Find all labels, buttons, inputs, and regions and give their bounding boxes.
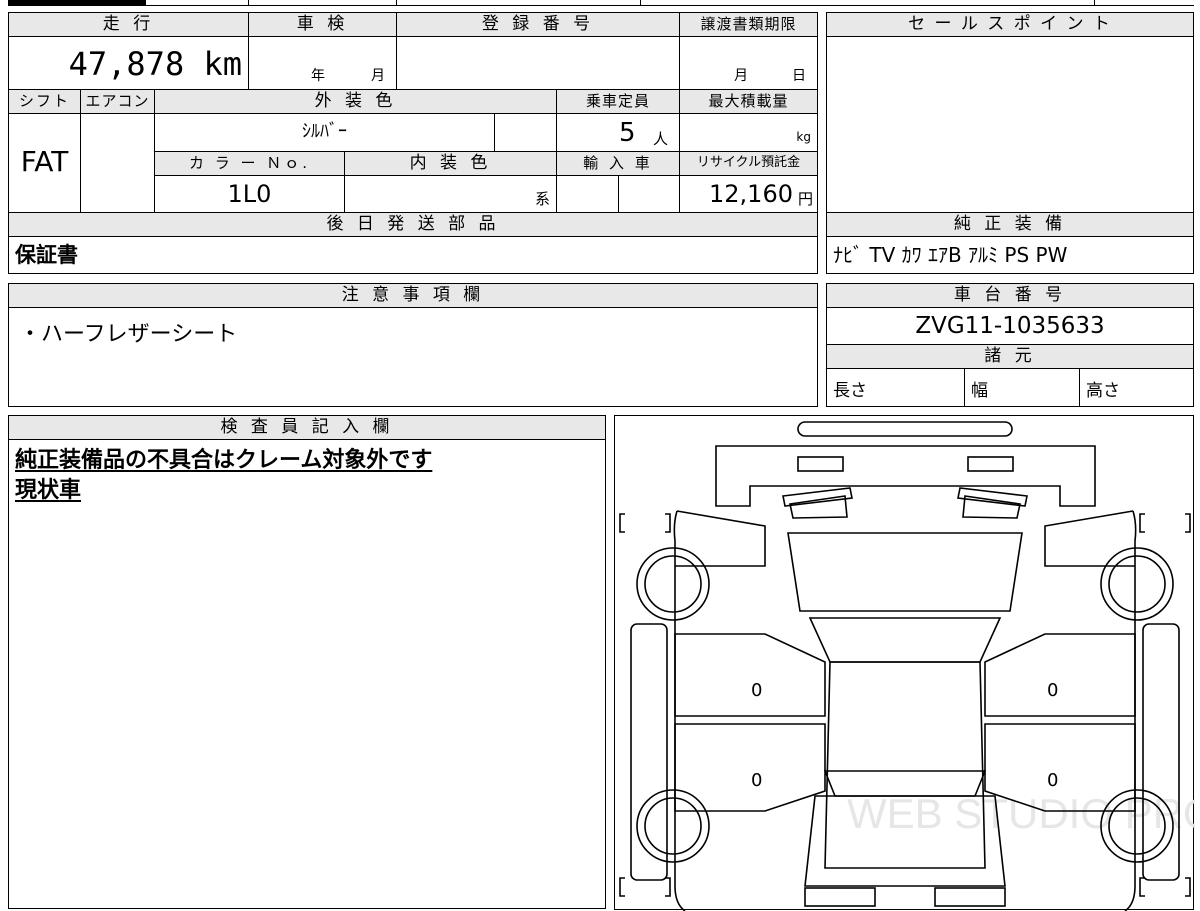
windshield <box>787 532 1023 612</box>
sales-point-header: セ ー ル ス ポ イ ン ト <box>826 12 1194 37</box>
max-load-header: 最大積載量 <box>679 89 818 114</box>
genuine-equipment-header: 純 正 装 備 <box>826 212 1194 237</box>
body-outline <box>673 510 1137 911</box>
fender-right <box>1044 510 1135 567</box>
wheel-front-right <box>1100 547 1174 621</box>
notes-value: ・ハーフレザーシート <box>8 307 818 407</box>
inspector-line-2: 現状車 <box>15 478 82 503</box>
chassis-number: ZVG11-1035633 <box>826 307 1194 345</box>
recycle-fee-value: 12,160 円 <box>679 175 818 213</box>
top-black-tab <box>8 0 146 6</box>
interior-color-header: 内 装 色 <box>344 151 557 176</box>
front-bumper-top <box>797 421 1013 437</box>
aircon-header: エアコン <box>80 89 155 114</box>
interior-suffix: 系 <box>534 190 550 208</box>
recycle-fee-number: 12,160 <box>709 180 793 208</box>
bracket-mark <box>1139 513 1191 533</box>
chassis-header: 車 台 番 号 <box>826 283 1194 308</box>
registration-value <box>396 36 680 90</box>
inspector-notes: 純正装備品の不具合はクレーム対象外です 現状車 <box>8 439 606 909</box>
color-no-value: 1L0 <box>154 175 345 213</box>
notes-text: ・ハーフレザーシート <box>19 322 238 347</box>
recycle-fee-unit: 円 <box>797 190 813 208</box>
capacity-number: 5 <box>619 118 636 148</box>
diagram-mark: 0 <box>751 680 762 701</box>
car-diagram-panel: WEB STUDIO PRO 0 0 0 0 <box>614 415 1195 911</box>
roof-front <box>808 617 1002 663</box>
spec-width: 幅 <box>964 368 1080 407</box>
specs-header: 諸 元 <box>826 344 1194 369</box>
capacity-unit: 人 <box>653 130 669 148</box>
diagram-mark: 0 <box>1047 770 1058 791</box>
spec-length: 長さ <box>826 368 965 407</box>
car-damage-diagram: WEB STUDIO PRO 0 0 0 0 <box>619 421 1195 911</box>
wheel-front-right-inner <box>1108 555 1166 613</box>
max-load-unit: kg <box>796 130 811 144</box>
exterior-color-header: 外 装 色 <box>154 89 557 114</box>
recycle-fee-header: リサイクル預託金 <box>679 151 818 176</box>
capacity-header: 乗車定員 <box>556 89 680 114</box>
transfer-day-label: 日 <box>792 68 806 84</box>
aircon-value <box>80 113 155 213</box>
sales-point-value <box>826 36 1194 213</box>
registration-header: 登 録 番 号 <box>396 12 680 37</box>
wheel-rear-left-inner <box>644 797 702 855</box>
shift-header: シフト <box>8 89 81 114</box>
notes-header: 注 意 事 項 欄 <box>8 283 818 308</box>
import-header: 輸 入 車 <box>556 151 680 176</box>
door-front-left <box>674 633 826 717</box>
inspection-year-label: 年 <box>311 68 325 84</box>
hood-outline <box>715 445 1096 507</box>
spec-height: 高さ <box>1079 368 1194 407</box>
mileage-value: 47,878 km <box>8 36 249 90</box>
headlight-right <box>967 456 1014 472</box>
shift-value: FAT <box>8 113 81 213</box>
door-front-right <box>984 633 1136 717</box>
exterior-color-extra <box>494 113 557 152</box>
import-value-b <box>618 175 680 213</box>
transfer-month-label: 月 <box>734 68 748 84</box>
capacity-value: 5 人 <box>556 113 680 152</box>
inspection-value: 年 月 <box>248 36 397 90</box>
color-no-header: カ ラ ー Ｎｏ. <box>154 151 345 176</box>
inspection-month-label: 月 <box>371 68 385 84</box>
top-strip-divider <box>640 0 641 6</box>
door-rear-left <box>674 723 826 812</box>
parts-value: 保証書 <box>8 236 818 274</box>
mileage-header: 走 行 <box>8 12 249 37</box>
wheel-rear-left <box>636 789 710 863</box>
transfer-deadline-value: 月 日 <box>679 36 818 90</box>
max-load-value: kg <box>679 113 818 152</box>
diagram-mark: 0 <box>1047 680 1058 701</box>
fender-left <box>675 510 766 567</box>
top-strip-divider <box>396 0 397 6</box>
top-strip-line <box>146 0 1194 6</box>
inspector-line-1: 純正装備品の不具合はクレーム対象外です <box>15 448 433 473</box>
rear-bumper-left <box>804 887 876 907</box>
roof <box>824 661 986 869</box>
rear-bumper-right <box>934 887 1006 907</box>
diagram-mark: 0 <box>751 770 762 791</box>
inspector-header: 検 査 員 記 入 欄 <box>8 415 606 440</box>
bracket-mark <box>619 513 671 533</box>
headlight-left <box>797 456 844 472</box>
interior-color-value: 系 <box>344 175 557 213</box>
wheel-front-left-inner <box>644 555 702 613</box>
import-value-a <box>556 175 619 213</box>
transfer-deadline-header: 譲渡書類期限 <box>679 12 818 37</box>
exterior-color-value: ｼﾙﾊﾞｰ <box>154 113 495 152</box>
top-strip-divider <box>248 0 249 6</box>
wheel-front-left <box>636 547 710 621</box>
parts-header: 後 日 発 送 部 品 <box>8 212 818 237</box>
top-strip-divider <box>1094 0 1095 6</box>
inspection-header: 車 検 <box>248 12 397 37</box>
genuine-equipment-value: ﾅﾋﾞ TV ｶﾜ ｴｱB ｱﾙﾐ PS PW <box>826 236 1194 274</box>
